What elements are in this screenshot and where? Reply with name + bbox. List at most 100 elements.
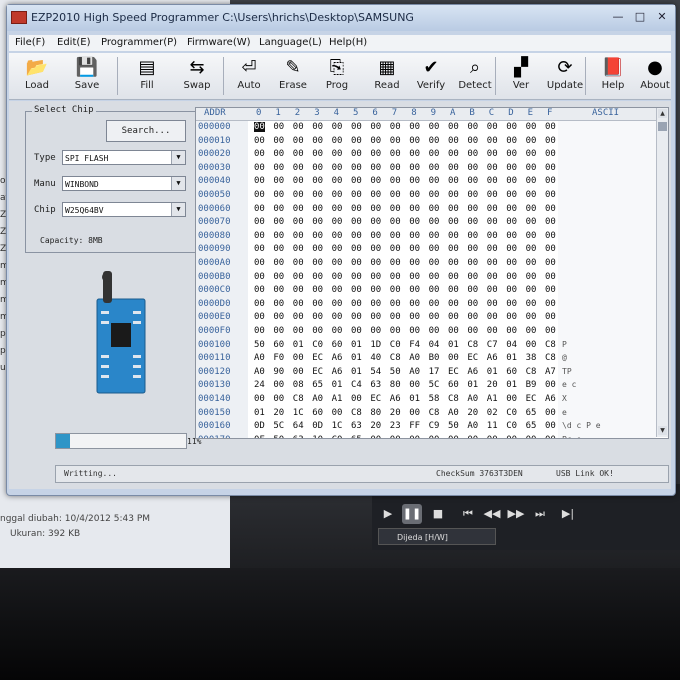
byte-cell[interactable]: 01 xyxy=(332,380,343,390)
byte-cell[interactable]: 10 xyxy=(312,435,323,438)
byte-cell[interactable]: 00 xyxy=(526,244,537,254)
byte-cell[interactable]: 00 xyxy=(390,204,401,214)
erase-button[interactable]: ✎ Erase xyxy=(271,55,315,97)
byte-cell[interactable]: 00 xyxy=(545,258,556,268)
byte-cell[interactable]: 00 xyxy=(448,190,459,200)
byte-cell[interactable]: C0 xyxy=(506,421,517,431)
byte-cell[interactable]: 00 xyxy=(467,217,478,227)
byte-cell[interactable]: 65 xyxy=(312,380,323,390)
byte-cell[interactable]: 00 xyxy=(429,176,440,186)
byte-cell[interactable]: 00 xyxy=(545,326,556,336)
chip-select[interactable]: W25Q64BV ▼ xyxy=(62,202,186,217)
byte-cell[interactable]: C9 xyxy=(429,421,440,431)
byte-cell[interactable]: 01 xyxy=(351,340,362,350)
byte-cell[interactable]: 60 xyxy=(506,367,517,377)
byte-cell[interactable]: 00 xyxy=(545,231,556,241)
byte-cell[interactable]: 00 xyxy=(293,163,304,173)
byte-cell[interactable]: A0 xyxy=(312,394,323,404)
byte-cell[interactable]: A0 xyxy=(448,408,459,418)
byte-cell[interactable]: 00 xyxy=(390,299,401,309)
byte-cell[interactable]: EC xyxy=(448,367,459,377)
byte-cell[interactable]: 00 xyxy=(409,258,420,268)
byte-cell[interactable]: 00 xyxy=(273,394,284,404)
byte-cell[interactable]: 50 xyxy=(448,421,459,431)
byte-cell[interactable]: 00 xyxy=(409,176,420,186)
byte-cell[interactable]: 00 xyxy=(526,136,537,146)
byte-cell[interactable]: 00 xyxy=(487,217,498,227)
byte-cell[interactable]: 00 xyxy=(370,217,381,227)
byte-cell[interactable]: 00 xyxy=(448,244,459,254)
byte-cell[interactable]: 00 xyxy=(293,326,304,336)
byte-cell[interactable]: 00 xyxy=(390,272,401,282)
byte-cell[interactable]: 00 xyxy=(351,272,362,282)
byte-cell[interactable]: 00 xyxy=(254,244,265,254)
byte-cell[interactable]: 00 xyxy=(409,136,420,146)
byte-cell[interactable]: FF xyxy=(409,421,420,431)
byte-cell[interactable]: 00 xyxy=(293,136,304,146)
byte-cell[interactable]: 00 xyxy=(526,217,537,227)
byte-cell[interactable]: C8 xyxy=(545,340,556,350)
byte-cell[interactable]: 00 xyxy=(273,299,284,309)
scroll-thumb[interactable] xyxy=(658,122,667,131)
chevron-down-icon[interactable]: ▼ xyxy=(171,177,185,190)
byte-cell[interactable]: 00 xyxy=(332,122,343,132)
byte-cell[interactable]: 00 xyxy=(370,149,381,159)
byte-cell[interactable]: 00 xyxy=(526,231,537,241)
byte-cell[interactable]: 00 xyxy=(526,272,537,282)
byte-cell[interactable]: 00 xyxy=(273,149,284,159)
byte-cell[interactable]: 00 xyxy=(467,190,478,200)
byte-cell[interactable]: 00 xyxy=(545,285,556,295)
byte-cell[interactable]: C8 xyxy=(351,408,362,418)
byte-cell[interactable]: 00 xyxy=(370,122,381,132)
byte-cell[interactable]: EC xyxy=(467,353,478,363)
byte-cell[interactable]: 00 xyxy=(254,163,265,173)
byte-cell[interactable]: 00 xyxy=(254,190,265,200)
byte-cell[interactable]: 00 xyxy=(526,340,537,350)
previous-icon[interactable]: ⏮ xyxy=(458,504,478,524)
byte-cell[interactable]: 00 xyxy=(293,122,304,132)
byte-cell[interactable]: 00 xyxy=(526,163,537,173)
byte-cell[interactable]: 00 xyxy=(409,435,420,438)
byte-cell[interactable]: 00 xyxy=(312,312,323,322)
byte-cell[interactable]: 00 xyxy=(409,163,420,173)
byte-cell[interactable]: 00 xyxy=(390,312,401,322)
byte-cell[interactable]: 00 xyxy=(390,149,401,159)
byte-cell[interactable]: 00 xyxy=(545,408,556,418)
byte-cell[interactable]: 00 xyxy=(293,176,304,186)
byte-cell[interactable]: 00 xyxy=(545,272,556,282)
byte-cell[interactable]: 00 xyxy=(390,163,401,173)
byte-cell[interactable]: 00 xyxy=(390,258,401,268)
byte-cell[interactable]: 00 xyxy=(351,190,362,200)
byte-cell[interactable]: A1 xyxy=(332,394,343,404)
byte-cell[interactable]: 00 xyxy=(332,190,343,200)
byte-cell[interactable]: 00 xyxy=(409,149,420,159)
byte-cell[interactable]: 80 xyxy=(370,408,381,418)
byte-cell[interactable]: 40 xyxy=(370,353,381,363)
byte-cell[interactable]: 00 xyxy=(429,122,440,132)
manufacturer-select[interactable]: WINBOND ▼ xyxy=(62,176,186,191)
byte-cell[interactable]: 00 xyxy=(506,299,517,309)
byte-cell[interactable]: 00 xyxy=(293,258,304,268)
byte-cell[interactable]: 1C xyxy=(332,421,343,431)
byte-cell[interactable]: 00 xyxy=(545,204,556,214)
byte-cell[interactable]: 00 xyxy=(526,299,537,309)
byte-cell[interactable]: 20 xyxy=(467,408,478,418)
byte-cell[interactable]: 00 xyxy=(390,435,401,438)
byte-cell[interactable]: 00 xyxy=(506,435,517,438)
minimize-button[interactable]: — xyxy=(609,11,627,24)
byte-cell[interactable]: 00 xyxy=(467,231,478,241)
byte-cell[interactable]: B0 xyxy=(429,353,440,363)
byte-cell[interactable]: 00 xyxy=(351,299,362,309)
fast-forward-icon[interactable]: ▶▶ xyxy=(506,504,526,524)
byte-cell[interactable]: EC xyxy=(312,367,323,377)
byte-cell[interactable]: 00 xyxy=(254,204,265,214)
byte-cell[interactable]: 00 xyxy=(487,258,498,268)
byte-cell[interactable]: 00 xyxy=(429,272,440,282)
byte-cell[interactable]: 00 xyxy=(312,163,323,173)
byte-cell[interactable]: 00 xyxy=(370,258,381,268)
byte-cell[interactable]: 00 xyxy=(506,176,517,186)
byte-cell[interactable]: 00 xyxy=(254,299,265,309)
byte-cell[interactable]: 00 xyxy=(448,272,459,282)
byte-cell[interactable]: 00 xyxy=(526,190,537,200)
byte-cell[interactable]: 00 xyxy=(351,312,362,322)
